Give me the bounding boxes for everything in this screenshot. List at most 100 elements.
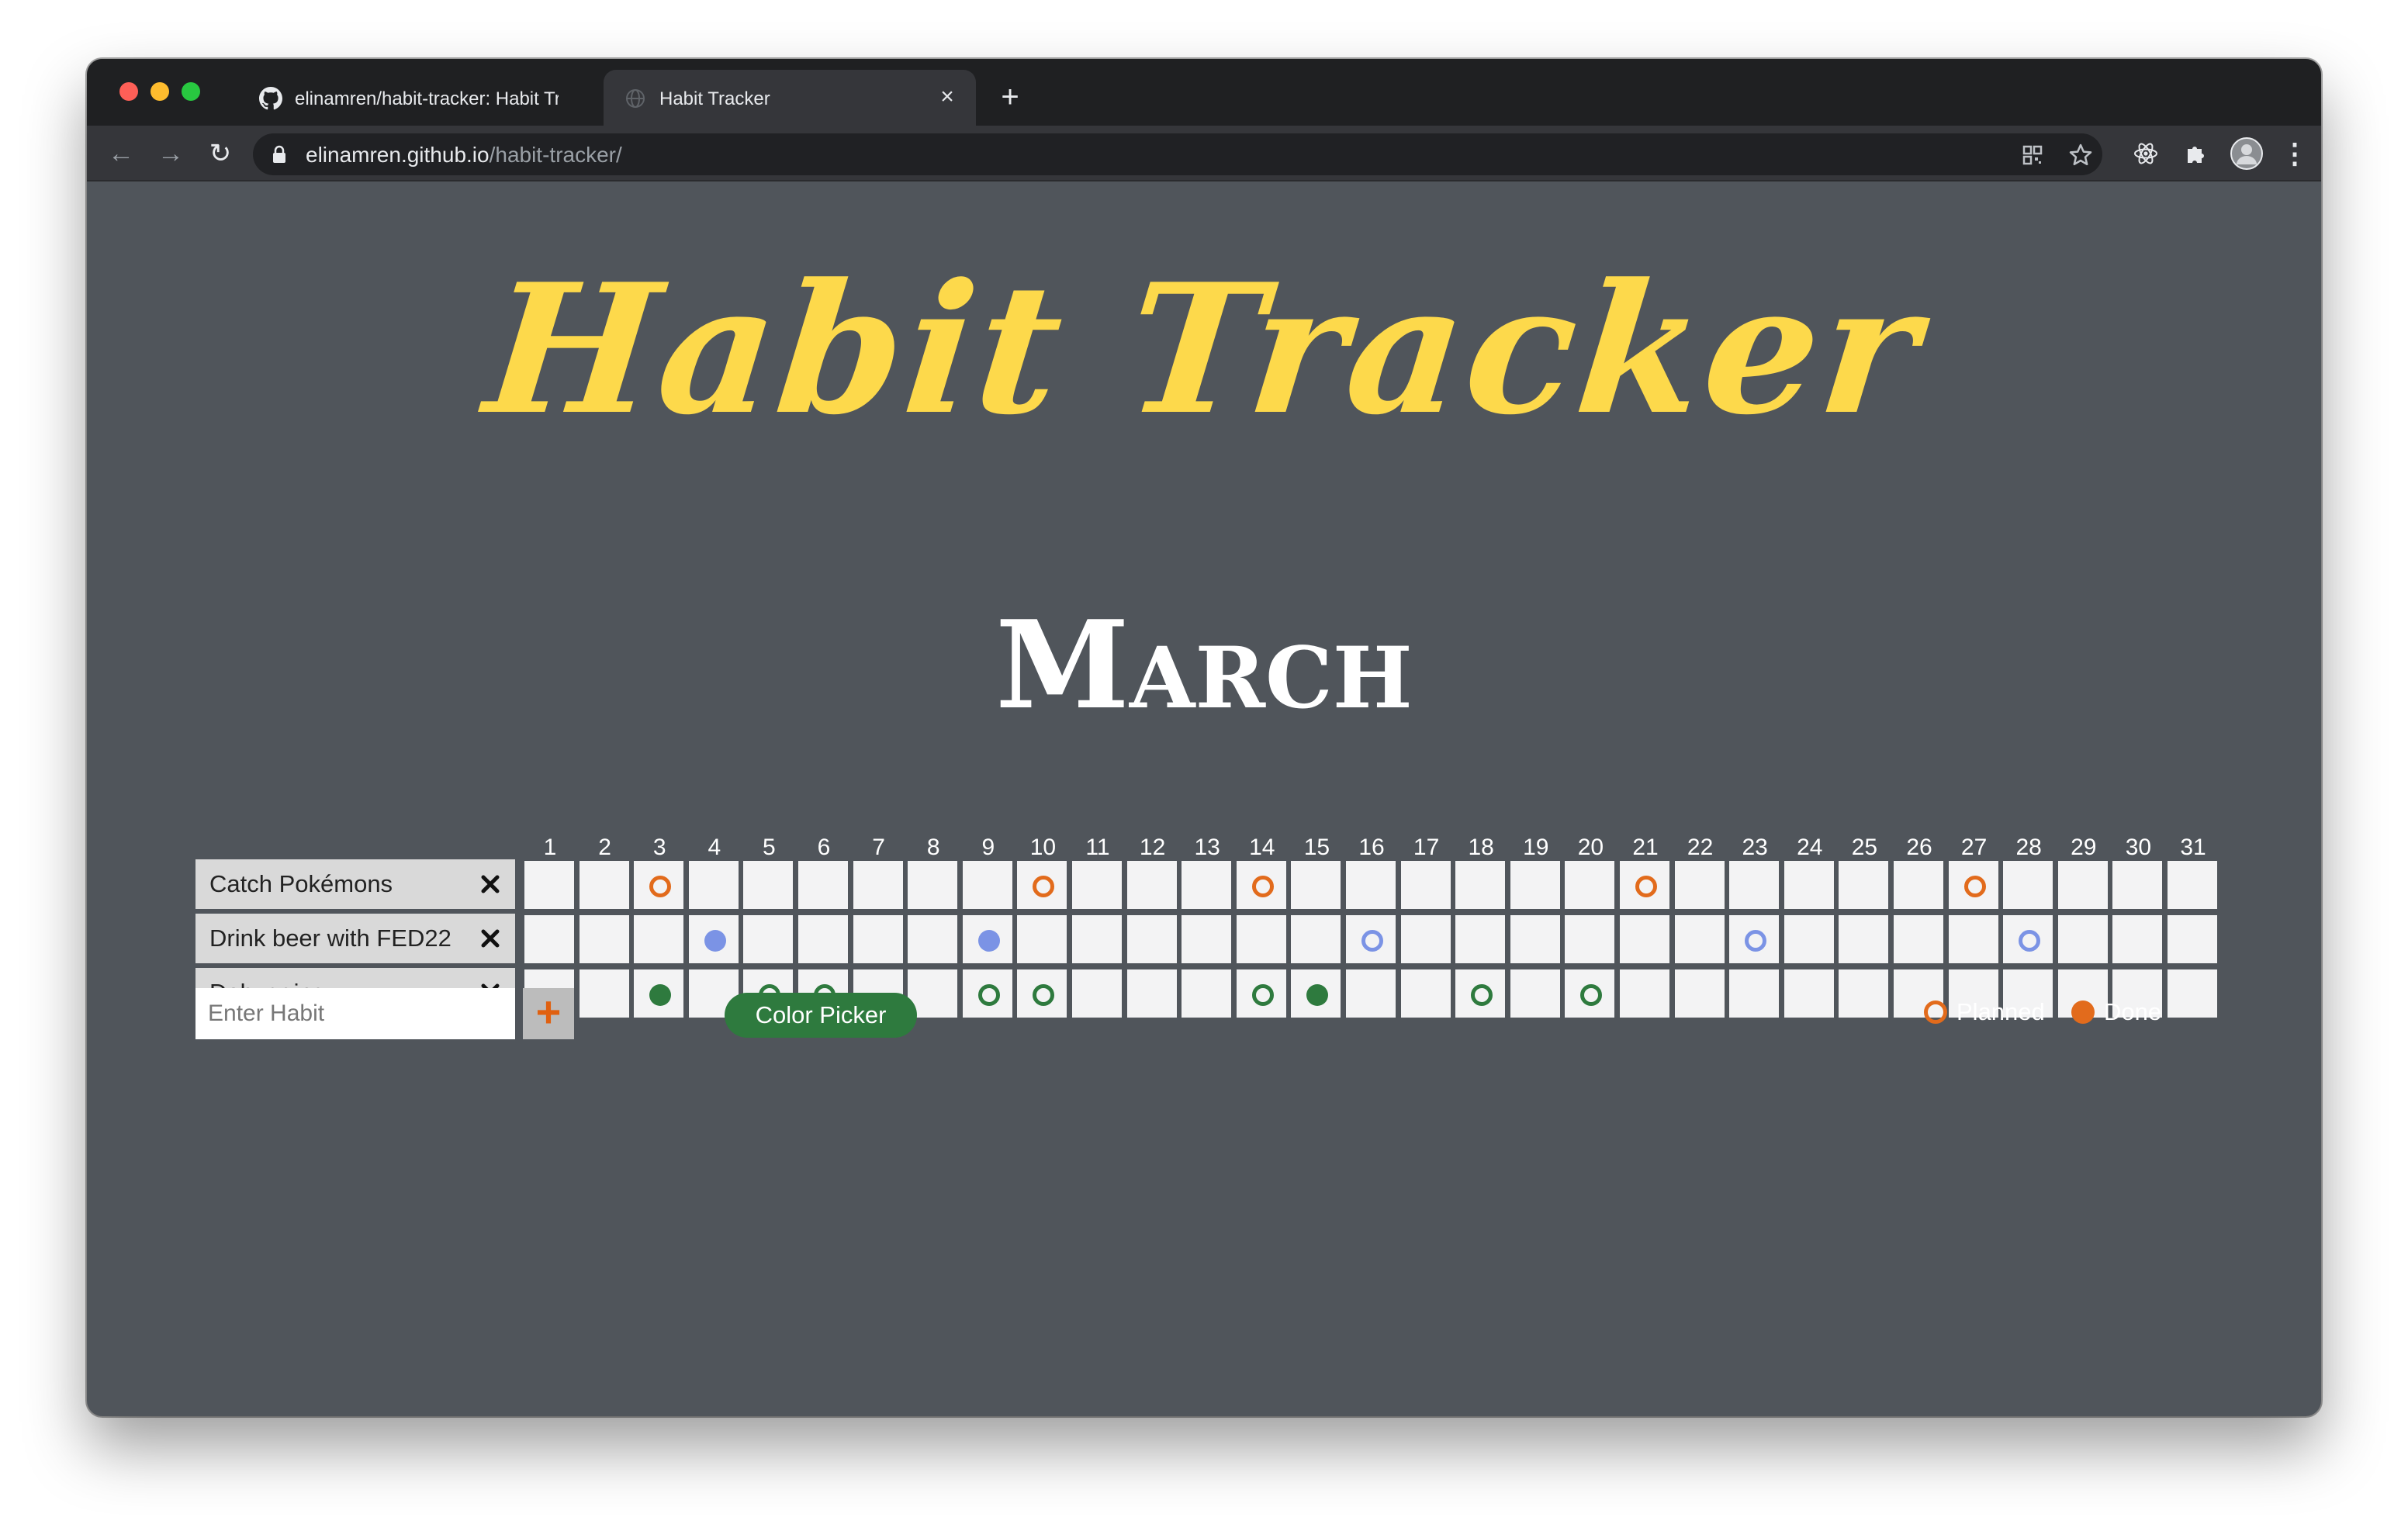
day-cell[interactable]	[2001, 859, 2055, 911]
day-cell[interactable]	[1234, 914, 1288, 965]
day-cell[interactable]	[1344, 968, 1397, 1019]
day-cell[interactable]	[1946, 859, 2000, 911]
day-cell[interactable]	[1234, 859, 1288, 911]
qr-code-icon[interactable]	[2020, 143, 2045, 168]
day-cell[interactable]	[1015, 968, 1069, 1019]
day-cell[interactable]	[851, 914, 905, 965]
day-cell[interactable]	[1399, 914, 1452, 965]
day-cell[interactable]	[577, 914, 631, 965]
day-cell[interactable]	[1289, 968, 1343, 1019]
day-cell[interactable]	[960, 968, 1014, 1019]
delete-habit-icon[interactable]	[475, 859, 506, 909]
day-cell[interactable]	[1837, 859, 1891, 911]
day-cell[interactable]	[1508, 914, 1562, 965]
browser-menu-icon[interactable]: ⋮	[2281, 137, 2309, 171]
tab-habit-tracker[interactable]: Habit Tracker ×	[604, 70, 976, 126]
day-cell[interactable]	[1563, 859, 1617, 911]
day-cell[interactable]	[632, 914, 686, 965]
day-cell[interactable]	[1782, 859, 1835, 911]
day-cell[interactable]	[1563, 968, 1617, 1019]
close-tab-icon[interactable]: ×	[936, 85, 959, 109]
day-cell[interactable]	[1454, 859, 1507, 911]
day-cell[interactable]	[906, 914, 960, 965]
day-cell[interactable]	[1399, 859, 1452, 911]
profile-avatar-icon[interactable]	[2230, 137, 2264, 171]
day-cell[interactable]	[2166, 914, 2219, 965]
habit-input[interactable]	[195, 988, 515, 1039]
day-cell[interactable]	[1618, 968, 1671, 1019]
minimize-window-button[interactable]	[150, 82, 169, 101]
day-cell[interactable]	[851, 859, 905, 911]
add-habit-button[interactable]: +	[523, 988, 574, 1039]
day-cell[interactable]	[1125, 968, 1178, 1019]
day-cell[interactable]	[577, 859, 631, 911]
day-cell[interactable]	[1125, 914, 1178, 965]
day-cell[interactable]	[2111, 914, 2164, 965]
day-cell[interactable]	[1618, 859, 1671, 911]
day-cell[interactable]	[1508, 968, 1562, 1019]
day-cell[interactable]	[687, 914, 740, 965]
react-devtools-icon[interactable]	[2132, 140, 2160, 168]
day-cell[interactable]	[1454, 914, 1507, 965]
day-cell[interactable]	[797, 859, 849, 911]
day-cell[interactable]	[523, 859, 576, 911]
new-tab-button[interactable]: +	[995, 81, 1026, 113]
day-cell[interactable]	[1289, 914, 1343, 965]
day-cell[interactable]	[1673, 968, 1726, 1019]
day-cell[interactable]	[1454, 968, 1507, 1019]
day-cell[interactable]	[1180, 968, 1233, 1019]
address-bar[interactable]: elinamren.github.io/habit-tracker/	[253, 133, 2102, 175]
back-button[interactable]: ←	[106, 138, 137, 169]
day-cell[interactable]	[742, 859, 795, 911]
day-cell[interactable]	[1728, 859, 1781, 911]
delete-habit-icon[interactable]	[475, 914, 506, 963]
day-cell[interactable]	[1289, 859, 1343, 911]
day-cell[interactable]	[632, 859, 686, 911]
day-cell[interactable]	[2056, 914, 2109, 965]
day-cell[interactable]	[1618, 914, 1671, 965]
day-cell[interactable]	[1673, 914, 1726, 965]
day-cell[interactable]	[1508, 859, 1562, 911]
day-cell[interactable]	[1071, 914, 1123, 965]
day-cell[interactable]	[1344, 914, 1397, 965]
day-cell[interactable]	[2166, 968, 2219, 1019]
day-cell[interactable]	[632, 968, 686, 1019]
day-cell[interactable]	[1015, 914, 1069, 965]
day-cell[interactable]	[2111, 859, 2164, 911]
day-cell[interactable]	[1782, 968, 1835, 1019]
day-cell[interactable]	[1125, 859, 1178, 911]
forward-button[interactable]: →	[155, 138, 186, 169]
day-cell[interactable]	[1234, 968, 1288, 1019]
day-cell[interactable]	[1071, 859, 1123, 911]
day-cell[interactable]	[960, 859, 1014, 911]
day-cell[interactable]	[1344, 859, 1397, 911]
day-cell[interactable]	[1015, 859, 1069, 911]
day-cell[interactable]	[1728, 968, 1781, 1019]
day-cell[interactable]	[1946, 914, 2000, 965]
day-cell[interactable]	[797, 914, 849, 965]
day-cell[interactable]	[1728, 914, 1781, 965]
day-cell[interactable]	[1782, 914, 1835, 965]
day-cell[interactable]	[2166, 859, 2219, 911]
day-cell[interactable]	[1563, 914, 1617, 965]
reload-button[interactable]: ↻	[205, 138, 236, 169]
day-cell[interactable]	[1837, 968, 1891, 1019]
day-cell[interactable]	[523, 914, 576, 965]
extensions-puzzle-icon[interactable]	[2181, 140, 2209, 168]
day-cell[interactable]	[742, 914, 795, 965]
bookmark-star-icon[interactable]	[2068, 143, 2093, 168]
day-cell[interactable]	[906, 859, 960, 911]
day-cell[interactable]	[1673, 859, 1726, 911]
day-cell[interactable]	[1180, 859, 1233, 911]
day-cell[interactable]	[1892, 914, 1945, 965]
maximize-window-button[interactable]	[182, 82, 200, 101]
day-cell[interactable]	[1892, 859, 1945, 911]
day-cell[interactable]	[2056, 859, 2109, 911]
day-cell[interactable]	[687, 859, 740, 911]
day-cell[interactable]	[960, 914, 1014, 965]
day-cell[interactable]	[2001, 914, 2055, 965]
day-cell[interactable]	[577, 968, 631, 1019]
close-window-button[interactable]	[119, 82, 138, 101]
day-cell[interactable]	[1399, 968, 1452, 1019]
day-cell[interactable]	[1071, 968, 1123, 1019]
